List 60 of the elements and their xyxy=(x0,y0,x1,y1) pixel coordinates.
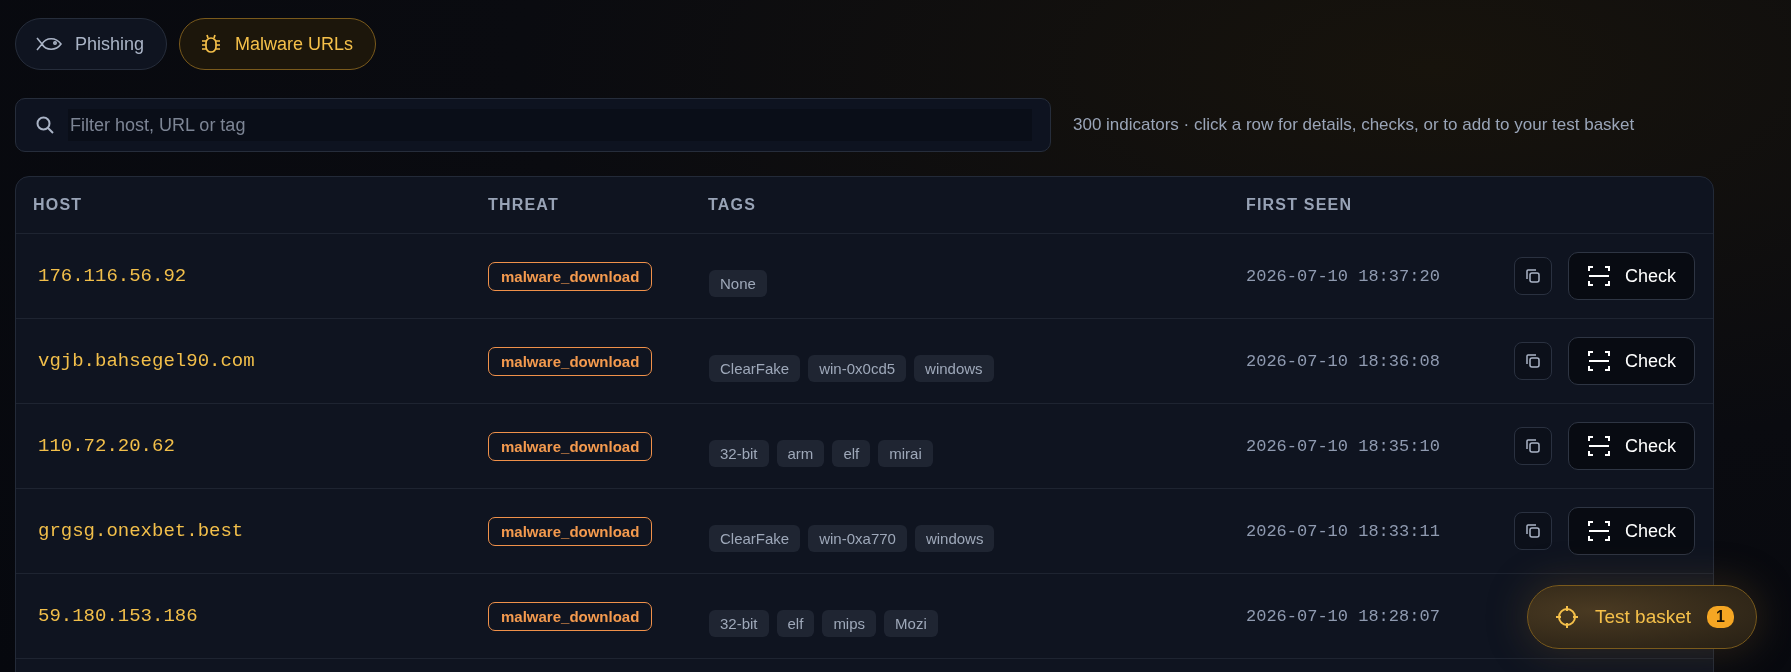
tag-chip: mips xyxy=(822,609,877,637)
search-field[interactable]: Filter host, URL or tag xyxy=(15,98,1051,152)
tag-chip: windows xyxy=(914,524,995,552)
copy-button[interactable] xyxy=(1514,512,1552,550)
tag-chip: win-0xa770 xyxy=(808,524,907,552)
tag-chip: 32-bit xyxy=(709,609,769,637)
check-button[interactable]: Check xyxy=(1568,422,1696,470)
threat-badge: malware_download xyxy=(488,601,653,631)
scan-icon xyxy=(1587,434,1611,458)
column-header: TAGS xyxy=(707,196,758,214)
fish-icon xyxy=(36,35,62,53)
first-seen-text: 2026-07-10 18:37:20 xyxy=(1245,266,1441,286)
check-button[interactable]: Check xyxy=(1568,337,1696,385)
tag-chip: windows xyxy=(914,354,994,382)
tag-chip: ClearFake xyxy=(709,354,801,382)
check-button[interactable]: Check xyxy=(1568,252,1696,300)
first-seen-text: 2026-07-10 18:35:10 xyxy=(1245,436,1441,456)
copy-button[interactable] xyxy=(1514,342,1552,380)
host-text: 110.72.20.62 xyxy=(37,435,175,457)
tag-chip: mirai xyxy=(878,439,933,467)
copy-icon xyxy=(1525,353,1541,369)
threat-badge: malware_download xyxy=(488,346,653,376)
threat-badge: malware_download xyxy=(488,431,653,461)
info-text: 300 indicators · click a row for details, checks, or to add to your test basket xyxy=(1073,115,1635,135)
copy-button[interactable] xyxy=(1514,257,1552,295)
count-badge: 1 xyxy=(1707,606,1734,628)
copy-icon xyxy=(1525,523,1541,539)
column-header: HOST xyxy=(32,196,84,214)
tag-chip: ClearFake xyxy=(709,524,801,552)
search-icon xyxy=(36,116,54,134)
tag-chip: Mozi xyxy=(884,609,938,637)
host-text: vgjb.bahsegel90.com xyxy=(37,350,255,372)
threat-badge: malware_download xyxy=(488,516,653,546)
tag-chip: win-0x0cd5 xyxy=(808,354,907,382)
category-tab[interactable]: Phishing xyxy=(15,18,168,70)
tag-chip: elf xyxy=(832,439,871,467)
first-seen-text: 2026-07-10 18:28:07 xyxy=(1245,606,1441,626)
category-tab[interactable]: Malware URLs xyxy=(179,18,377,70)
test-basket-button[interactable]: Test basket 1 xyxy=(1527,585,1757,649)
host-text: 176.116.56.92 xyxy=(37,265,187,287)
scan-icon xyxy=(1587,519,1611,543)
tag-chip: arm xyxy=(776,439,825,467)
column-header: THREAT xyxy=(487,196,560,214)
copy-button[interactable] xyxy=(1514,427,1552,465)
check-button[interactable]: Check xyxy=(1568,507,1696,555)
tag-chip: elf xyxy=(776,609,815,637)
copy-icon xyxy=(1525,438,1541,454)
first-seen-text: 2026-07-10 18:33:11 xyxy=(1245,521,1441,541)
host-text: 59.180.153.186 xyxy=(37,605,198,627)
crosshair-icon xyxy=(1555,605,1579,629)
column-header: FIRST SEEN xyxy=(1245,196,1354,214)
tag-chip: 32-bit xyxy=(709,439,769,467)
bug-icon xyxy=(200,33,223,55)
first-seen-text: 2026-07-10 18:36:08 xyxy=(1245,351,1441,371)
copy-icon xyxy=(1525,268,1541,284)
scan-icon xyxy=(1587,349,1611,373)
tag-chip: None xyxy=(709,269,767,297)
host-text: grgsg.onexbet.best xyxy=(37,520,244,542)
scan-icon xyxy=(1587,264,1611,288)
threat-badge: malware_download xyxy=(488,261,653,291)
